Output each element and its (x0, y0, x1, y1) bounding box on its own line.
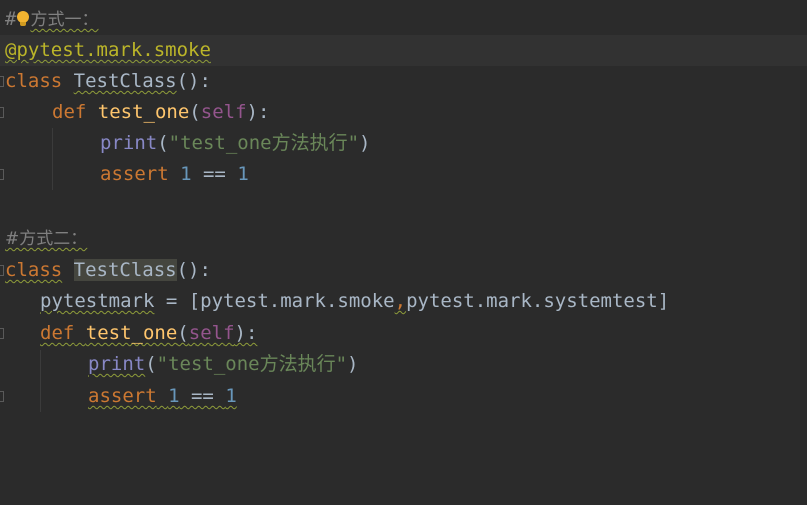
lightbulb-icon[interactable] (16, 11, 30, 27)
code-line-1[interactable]: # 方式一： (0, 4, 807, 35)
keyword: assert (88, 385, 157, 407)
code-editor[interactable]: # 方式一： @pytest.mark.smoke class TestClass… (0, 0, 807, 452)
number: 1 (225, 385, 237, 407)
code-line-12[interactable]: print("test_one方法执行") (0, 349, 807, 380)
operator: == (191, 163, 238, 185)
paren: ) (359, 132, 371, 154)
paren: ( (145, 353, 157, 375)
fold-marker-icon[interactable] (0, 265, 4, 276)
self-param: self (200, 101, 247, 123)
comment-text: 方式一： (30, 10, 99, 30)
comma: , (394, 290, 407, 312)
fold-marker-icon[interactable] (0, 328, 4, 339)
paren: ( (157, 132, 169, 154)
operator: == (179, 385, 226, 407)
class-name: TestClass (73, 259, 177, 281)
keyword: def (40, 322, 75, 344)
keyword: assert (100, 163, 169, 185)
number: 1 (168, 385, 180, 407)
string-literal: "test_one方法执行" (168, 132, 360, 154)
fold-marker-icon[interactable] (0, 391, 4, 402)
fold-marker-icon[interactable] (0, 169, 4, 180)
paren: ( (189, 101, 201, 123)
code-line-9[interactable]: class TestClass(): (0, 255, 807, 286)
paren: ): (246, 101, 270, 123)
builtin-print: print (88, 353, 146, 375)
fold-marker-icon[interactable] (0, 76, 4, 87)
code-line-10[interactable]: pytestmark = [pytest.mark.smoke,pytest.m… (0, 286, 807, 317)
comment-hash: # (5, 8, 17, 30)
string-literal: "test_one方法执行" (156, 353, 348, 375)
list-item: pytest.mark.systemtest] (406, 290, 670, 312)
keyword: class (5, 259, 63, 281)
keyword: class (5, 70, 63, 92)
code-line-8[interactable]: #方式二： (0, 224, 807, 255)
decorator: @pytest.mark.smoke (5, 39, 211, 61)
comment: # 方式一： (5, 4, 98, 36)
comment: #方式二： (5, 229, 88, 249)
fold-marker-icon[interactable] (0, 107, 4, 118)
code-line-11[interactable]: def test_one(self): (0, 318, 807, 349)
class-name: TestClass (73, 70, 177, 92)
code-line-13[interactable]: assert 1 == 1 (0, 381, 807, 412)
function-name: test_one (97, 101, 190, 123)
code-line-4[interactable]: def test_one(self): (0, 97, 807, 128)
code-line-7[interactable] (0, 190, 807, 221)
punctuation: (): (176, 259, 211, 281)
number: 1 (237, 163, 249, 185)
paren: ) (347, 353, 359, 375)
function-name: test_one (85, 322, 178, 344)
code-line-3[interactable]: class TestClass(): (0, 66, 807, 97)
code-line-6[interactable]: assert 1 == 1 (0, 159, 807, 190)
code-line-5[interactable]: print("test_one方法执行") (0, 128, 807, 159)
keyword: def (52, 101, 87, 123)
assignment: = [pytest.mark.smoke (154, 290, 395, 312)
paren: ( (177, 322, 189, 344)
punctuation: (): (176, 70, 211, 92)
builtin-print: print (100, 132, 158, 154)
variable-pytestmark: pytestmark (40, 290, 155, 312)
number: 1 (180, 163, 192, 185)
code-line-2[interactable]: @pytest.mark.smoke (0, 35, 807, 66)
paren: ): (234, 322, 258, 344)
self-param: self (188, 322, 235, 344)
